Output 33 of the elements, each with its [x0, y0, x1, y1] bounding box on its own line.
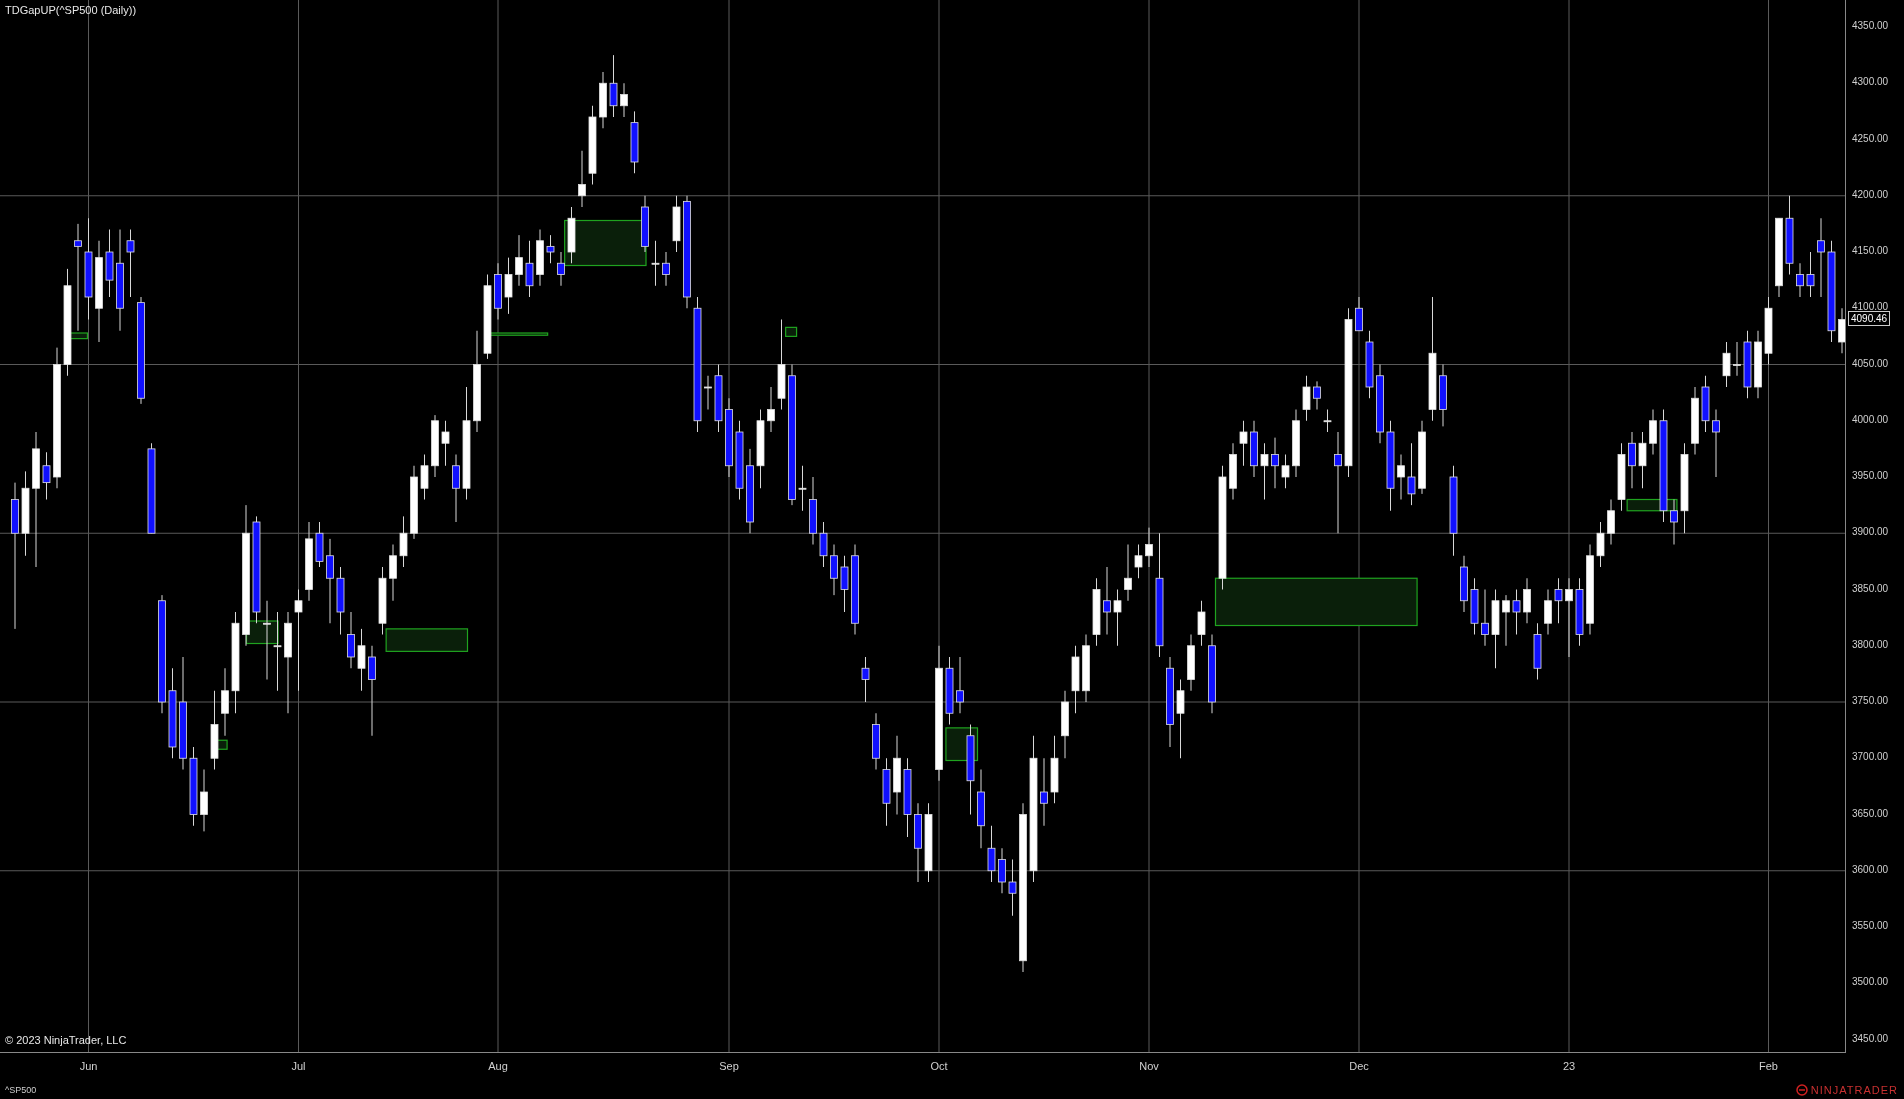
- price-axis-label: 4300.00: [1852, 76, 1889, 88]
- instrument-label: ^SP500: [5, 1085, 37, 1095]
- price-axis-label: 3600.00: [1852, 863, 1889, 875]
- price-axis-label: 3700.00: [1852, 751, 1889, 763]
- time-axis-label: Sep: [719, 1060, 739, 1072]
- price-axis-label: 4250.00: [1852, 132, 1889, 144]
- price-axis-label: 4100.00: [1852, 301, 1889, 313]
- time-axis-label: Feb: [1759, 1060, 1778, 1072]
- price-axis-label: 4000.00: [1852, 413, 1889, 425]
- price-axis-label: 4200.00: [1852, 188, 1889, 200]
- price-axis-label: 3950.00: [1852, 470, 1889, 481]
- copyright-text: © 2023 NinjaTrader, LLC: [5, 1034, 127, 1046]
- price-axis-label: 3900.00: [1852, 526, 1889, 538]
- price-axis-label: 3800.00: [1852, 638, 1889, 650]
- price-axis-label: 3850.00: [1852, 582, 1889, 594]
- price-axis-label: 3650.00: [1852, 807, 1889, 819]
- time-axis-label: Jun: [79, 1060, 98, 1072]
- time-axis-label: Oct: [930, 1060, 948, 1072]
- price-axis-label: 3450.00: [1852, 1032, 1889, 1044]
- time-axis-label: Nov: [1139, 1060, 1159, 1072]
- price-axis-label: 3500.00: [1852, 976, 1889, 988]
- time-axis-label: Dec: [1349, 1060, 1369, 1072]
- chart-title: TDGapUP(^SP500 (Daily)): [5, 4, 137, 16]
- price-axis-label: 4350.00: [1852, 20, 1889, 31]
- price-axis-label: 3750.00: [1852, 695, 1889, 706]
- brand-logo: NINJATRADER: [1795, 1084, 1898, 1096]
- last-price-tag: 4090.46: [1848, 310, 1891, 326]
- price-axis-label: 3550.00: [1852, 920, 1889, 931]
- price-axis-label: 4050.00: [1852, 357, 1889, 369]
- time-axis-label: 23: [1562, 1060, 1576, 1072]
- time-axis-label: Jul: [291, 1060, 306, 1072]
- price-axis-label: 4150.00: [1852, 245, 1889, 256]
- time-axis-label: Aug: [488, 1060, 508, 1072]
